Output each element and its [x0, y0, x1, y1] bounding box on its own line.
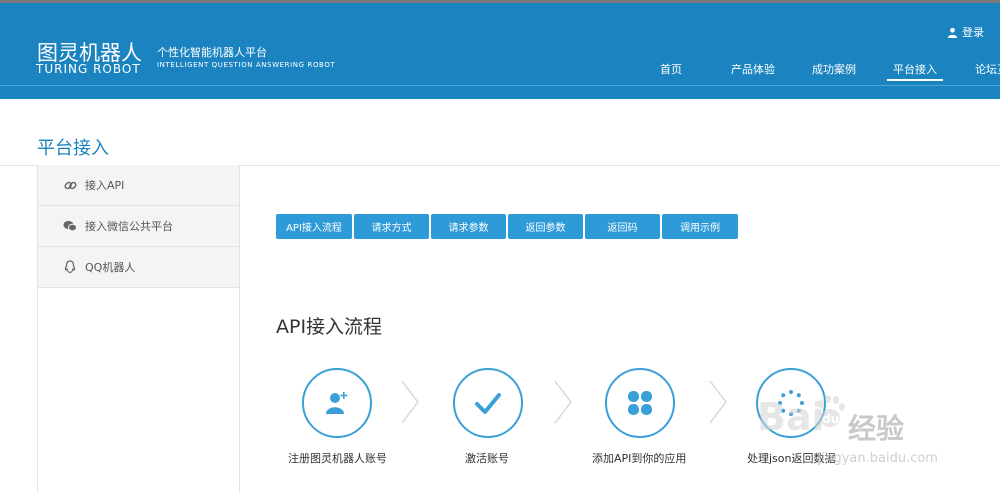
nav-item-forum[interactable]: 论坛互 — [975, 61, 1000, 77]
tab-return-code[interactable]: 返回码 — [585, 214, 660, 239]
sidebar-item-qq[interactable]: QQ机器人 — [38, 247, 239, 288]
tab-response-params[interactable]: 返回参数 — [508, 214, 583, 239]
section-title: API接入流程 — [276, 316, 383, 338]
step-activate[interactable] — [453, 368, 523, 438]
wechat-icon — [63, 219, 77, 233]
sidebar-item-api[interactable]: 接入API — [38, 165, 239, 206]
header-divider — [0, 85, 1000, 86]
main-nav: 首页 产品体验 成功案例 平台接入 论坛互 — [0, 61, 1000, 83]
chevron-right-icon — [401, 380, 419, 424]
step-label-activate: 激活账号 — [465, 452, 509, 465]
tab-api-flow[interactable]: API接入流程 — [276, 214, 352, 239]
tab-request-method[interactable]: 请求方式 — [354, 214, 429, 239]
step-register[interactable] — [302, 368, 372, 438]
chevron-right-icon — [554, 380, 572, 424]
chevron-right-icon — [709, 380, 727, 424]
step-label-register: 注册图灵机器人账号 — [288, 452, 387, 465]
tab-request-params[interactable]: 请求参数 — [431, 214, 506, 239]
site-header — [0, 3, 1000, 99]
page-title: 平台接入 — [37, 138, 109, 159]
user-icon — [947, 27, 958, 38]
sidebar-item-wechat[interactable]: 接入微信公共平台 — [38, 206, 239, 247]
qq-icon — [63, 260, 77, 274]
nav-item-cases[interactable]: 成功案例 — [812, 61, 856, 77]
sidebar-item-label: 接入微信公共平台 — [85, 220, 173, 233]
clover-icon — [628, 391, 652, 415]
svg-text:du: du — [822, 412, 839, 426]
baidu-watermark-logo: Bai du — [757, 395, 845, 439]
slogan-cn: 个性化智能机器人平台 — [157, 46, 267, 59]
link-icon — [63, 178, 77, 192]
step-label-add-api: 添加API到你的应用 — [592, 452, 687, 465]
svg-text:Bai: Bai — [757, 395, 825, 439]
nav-item-product[interactable]: 产品体验 — [731, 61, 775, 77]
watermark-text: 经验 — [848, 412, 905, 445]
checkmark-icon — [475, 393, 501, 414]
sidebar-item-label: 接入API — [85, 179, 125, 192]
step-add-api[interactable] — [605, 368, 675, 438]
add-user-icon — [326, 392, 348, 414]
nav-item-platform[interactable]: 平台接入 — [887, 61, 943, 81]
tab-example[interactable]: 调用示例 — [662, 214, 738, 239]
login-link[interactable]: 登录 — [947, 24, 984, 40]
login-label: 登录 — [962, 26, 984, 39]
nav-item-home[interactable]: 首页 — [660, 61, 682, 77]
sidebar: 接入API 接入微信公共平台 QQ机器人 — [37, 165, 240, 493]
watermark-url: jingyan.baidu.com — [818, 451, 938, 466]
sidebar-item-label: QQ机器人 — [85, 261, 136, 274]
